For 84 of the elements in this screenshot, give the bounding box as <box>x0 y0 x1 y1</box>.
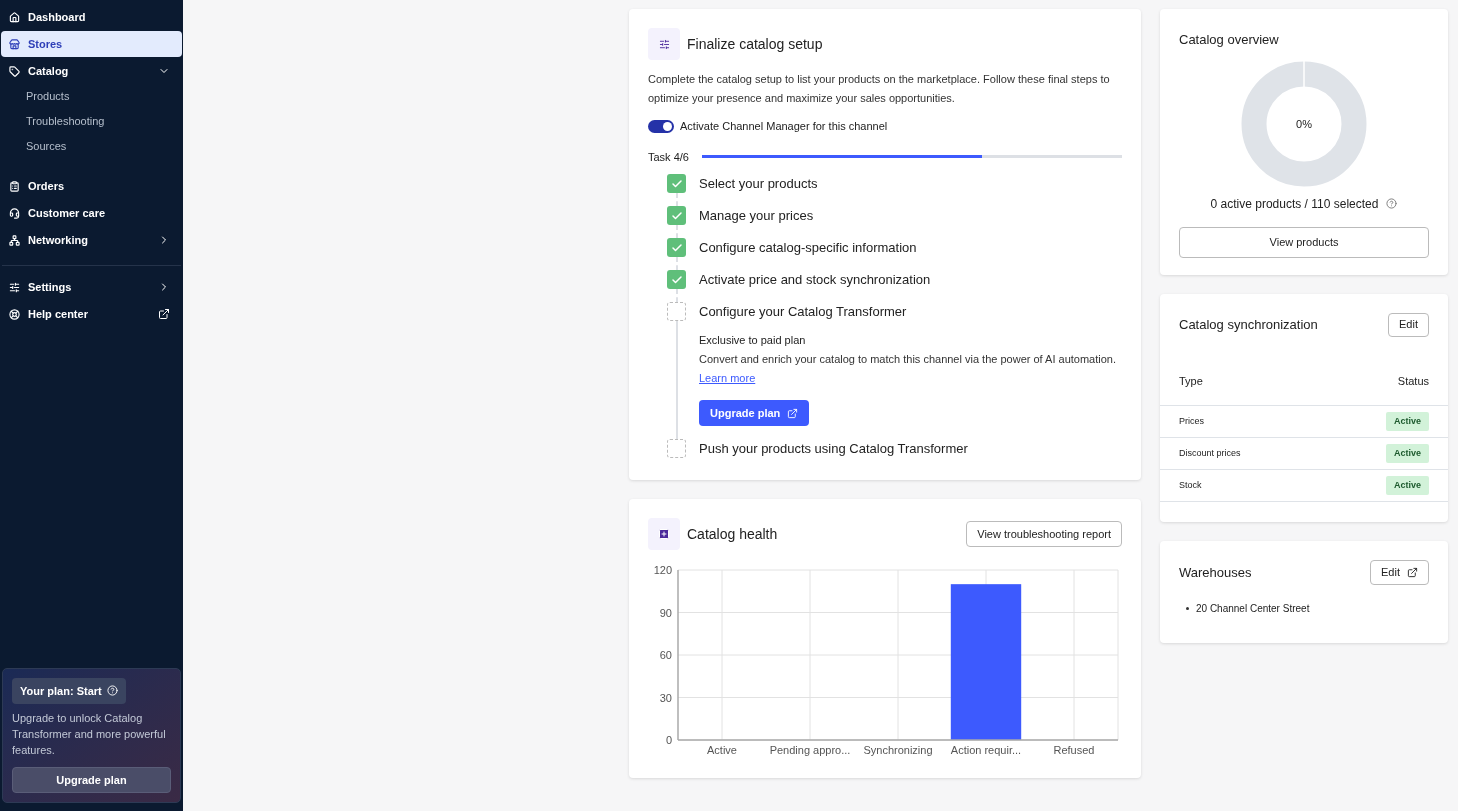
card-title: Catalog overview <box>1179 31 1280 49</box>
view-products-button[interactable]: View products <box>1179 226 1429 258</box>
external-link-icon <box>158 308 170 320</box>
nav-subitem[interactable]: Sources <box>0 134 183 159</box>
category-label: Action requir... <box>950 744 1022 756</box>
sliders-icon <box>9 281 20 293</box>
nav-subitem[interactable]: Products <box>0 84 183 109</box>
category-label: Pending appro... <box>769 744 851 756</box>
toggle-label: Activate Channel Manager for this channel <box>680 119 888 134</box>
task-label: Configure your Catalog Transformer <box>699 303 908 321</box>
nav-item[interactable]: Help center <box>1 301 182 327</box>
axis-tick-label: 90 <box>659 606 672 619</box>
external-link-icon <box>1407 567 1418 578</box>
card-title: Warehouses <box>1179 563 1252 582</box>
card-title: Finalize catalog setup <box>687 34 823 54</box>
axis-tick-label: 0 <box>665 734 672 746</box>
nav-item[interactable]: Settings <box>1 274 182 300</box>
progress-label: Task 4/6 <box>648 149 689 165</box>
task-label: Push your products using Catalog Transformer <box>699 440 969 458</box>
category-label: Refused <box>1053 744 1095 756</box>
nav-item[interactable]: Stores <box>1 31 182 57</box>
card-title: Catalog synchronization <box>1179 315 1318 334</box>
table-cell-text: Prices <box>1179 414 1204 428</box>
plan-badge: Your plan: Start <box>12 677 126 704</box>
check-icon <box>670 177 683 190</box>
check-icon <box>670 241 683 254</box>
external-link-icon <box>787 407 799 419</box>
task-checkbox[interactable] <box>667 302 686 321</box>
home-icon <box>9 11 20 23</box>
category-label: Active <box>707 744 737 756</box>
task-label: Configure catalog-specific information <box>699 239 918 257</box>
column-header: Type <box>1179 373 1203 389</box>
nav-subitem[interactable]: Troubleshooting <box>0 109 183 134</box>
store-icon <box>9 38 20 50</box>
help-icon <box>106 685 118 697</box>
edit-button[interactable]: Edit <box>1370 560 1429 585</box>
clipboard-icon <box>9 180 20 192</box>
lifebuoy-icon <box>9 308 20 320</box>
learn-more-link[interactable]: Learn more <box>699 372 756 384</box>
table-cell-text: Discount prices <box>1179 446 1241 460</box>
help-icon <box>1386 198 1398 209</box>
nav-item[interactable]: Dashboard <box>1 4 182 30</box>
warehouse-address: 20 Channel Center Street <box>1196 602 1310 616</box>
bullet-icon <box>1186 607 1189 610</box>
plan-description: Upgrade to unlock Catalog Transformer and more powerful features. <box>12 711 167 758</box>
tag-icon <box>9 65 20 77</box>
table-cell-text: Stock <box>1179 478 1202 492</box>
status-badge: Active <box>1386 475 1429 496</box>
nav-item[interactable]: Catalog <box>1 58 182 84</box>
check-icon <box>670 209 683 222</box>
nav-item[interactable]: Orders <box>1 173 182 199</box>
card-description: Complete the catalog setup to list your products on the marketplace. Follow these final steps to optimize your presence and maximize your sales opportunities. <box>648 72 1111 106</box>
axis-tick-label: 120 <box>653 564 672 576</box>
check-icon <box>670 273 683 286</box>
task-label: Select your products <box>699 175 819 193</box>
task-checkbox[interactable] <box>667 206 686 225</box>
plus-square-icon <box>658 528 670 540</box>
status-badge: Active <box>1386 443 1429 464</box>
task-checkbox[interactable] <box>667 174 686 193</box>
status-badge: Active <box>1386 411 1429 432</box>
task-checkbox[interactable] <box>667 238 686 257</box>
card-title: Catalog health <box>687 524 778 544</box>
upgrade-plan-button[interactable]: Upgrade plan <box>699 400 810 426</box>
task-description: Convert and enrich your catalog to match this channel via the power of AI automation. Learn more <box>699 352 1118 386</box>
task-checkbox[interactable] <box>667 439 686 458</box>
column-header: Status <box>1397 373 1429 389</box>
sliders-icon <box>658 38 670 50</box>
nav-item[interactable]: Networking <box>1 227 182 253</box>
upgrade-plan-button[interactable]: Upgrade plan <box>12 767 171 793</box>
axis-tick-label: 60 <box>659 649 672 661</box>
task-note: Exclusive to paid plan <box>699 333 807 348</box>
category-label: Synchronizing <box>863 744 933 756</box>
network-icon <box>9 234 20 246</box>
donut-percentage: 0% <box>1296 116 1312 132</box>
toggle-switch[interactable] <box>648 119 674 133</box>
overview-caption: 0 active products / 110 selected <box>1210 195 1379 213</box>
axis-tick-label: 30 <box>659 691 672 704</box>
view-report-button[interactable]: View troubleshooting report <box>966 521 1122 547</box>
task-checkbox[interactable] <box>667 270 686 289</box>
edit-button[interactable]: Edit <box>1388 312 1429 337</box>
task-label: Activate price and stock synchronization <box>699 271 932 289</box>
headset-icon <box>9 207 20 219</box>
nav-item[interactable]: Customer care <box>1 200 182 226</box>
task-label: Manage your prices <box>699 207 815 225</box>
